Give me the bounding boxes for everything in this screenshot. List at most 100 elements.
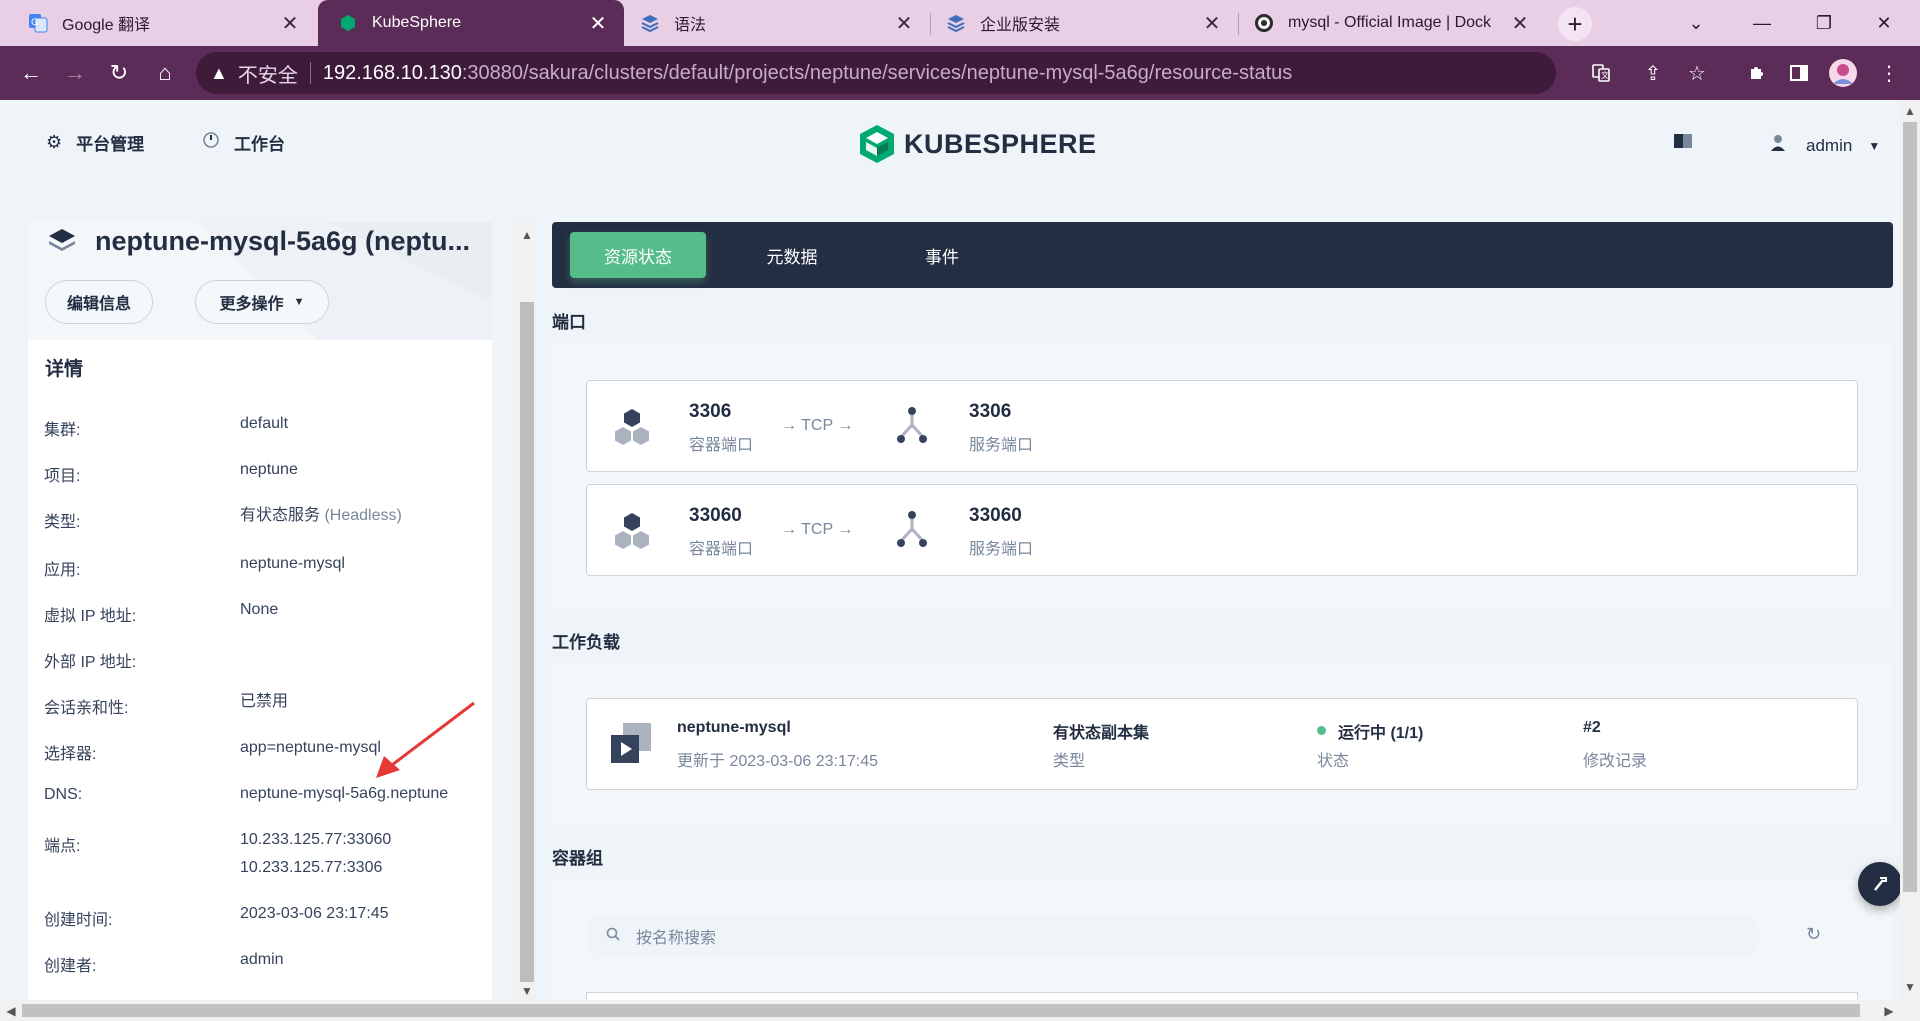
scroll-down-icon[interactable]: ▼ xyxy=(518,982,536,1000)
workload-name[interactable]: neptune-mysql xyxy=(677,719,791,737)
close-window-icon[interactable]: ✕ xyxy=(1864,8,1904,38)
container-port-icon xyxy=(615,513,649,549)
search-placeholder: 按名称搜索 xyxy=(636,930,717,947)
share-icon[interactable]: ⇪ xyxy=(1636,56,1670,90)
address-bar[interactable]: ▲ 不安全 192.168.10.130:30880/sakura/cluste… xyxy=(196,52,1556,94)
container-port-label: 容器端口 xyxy=(689,437,754,454)
warning-triangle-icon[interactable]: ▲ xyxy=(210,63,228,84)
scroll-right-icon[interactable]: ▶ xyxy=(1880,1002,1898,1020)
translate-page-icon[interactable]: 文 xyxy=(1584,56,1618,90)
close-tab-icon[interactable]: ✕ xyxy=(892,11,916,35)
close-tab-icon[interactable]: ✕ xyxy=(586,11,610,35)
ports-heading: 端口 xyxy=(552,313,586,332)
scrollbar-thumb[interactable] xyxy=(1903,122,1917,892)
page-vertical-scrollbar[interactable]: ▲ ▼ xyxy=(1900,100,1920,1000)
ports-card: 3306 容器端口 → TCP → 3306 服务端口 33060 容器端口 →… xyxy=(552,344,1893,608)
tab-title: Google 翻译 xyxy=(62,17,151,34)
pods-heading: 容器组 xyxy=(552,849,603,868)
profile-avatar[interactable] xyxy=(1826,56,1860,90)
port-row: 3306 容器端口 → TCP → 3306 服务端口 xyxy=(586,380,1858,472)
endpoint-2: 10.233.125.77:3306 xyxy=(240,859,383,876)
extensions-icon[interactable] xyxy=(1740,56,1774,90)
kubesphere-logo[interactable]: KUBESPHERE xyxy=(858,124,1097,164)
tab-resource-status[interactable]: 资源状态 xyxy=(570,232,706,278)
browser-tab-mysql-docker[interactable]: mysql - Official Image | Dock ✕ xyxy=(1240,0,1546,46)
browser-tab-google-translate[interactable]: G Google 翻译 ✕ xyxy=(0,0,316,46)
side-panel-icon[interactable] xyxy=(1782,56,1816,90)
detail-value: 10.233.125.77:33060 10.233.125.77:3306 xyxy=(240,826,490,882)
service-port: 33060 xyxy=(969,505,1022,526)
workload-card: neptune-mysql 更新于 2023-03-06 23:17:45 有状… xyxy=(552,664,1893,824)
tab-search-chevron-icon[interactable]: ⌄ xyxy=(1676,8,1716,38)
container-port: 33060 xyxy=(689,505,742,526)
browser-menu-icon[interactable]: ⋮ xyxy=(1872,56,1906,90)
service-icon xyxy=(49,229,75,251)
service-port-label: 服务端口 xyxy=(969,437,1034,454)
minimize-icon[interactable]: — xyxy=(1742,8,1782,38)
workload-updated: 更新于 2023-03-06 23:17:45 xyxy=(677,753,879,770)
scroll-up-icon[interactable]: ▲ xyxy=(518,226,536,244)
close-tab-icon[interactable]: ✕ xyxy=(278,11,302,35)
user-icon xyxy=(1770,134,1786,157)
bookmark-star-icon[interactable]: ☆ xyxy=(1680,56,1714,90)
user-menu[interactable]: admin ▼ xyxy=(1770,134,1880,157)
workbench-link[interactable]: 工作台 xyxy=(202,130,285,155)
docker-icon xyxy=(1254,13,1274,33)
container-port-icon xyxy=(615,409,649,445)
detail-value-type: 有状态服务 (Headless) xyxy=(240,502,490,530)
browser-tab-bar: G Google 翻译 ✕ KubeSphere ✕ 语法 ✕ 企业版安装 ✕ … xyxy=(0,0,1920,46)
left-panel-scrollbar[interactable]: ▲ ▼ xyxy=(518,222,536,1000)
scroll-down-icon[interactable]: ▼ xyxy=(1901,978,1919,996)
app-header: ⚙ 平台管理 工作台 KUBESPHERE admin ▼ xyxy=(0,100,1900,188)
edit-info-button[interactable]: 编辑信息 xyxy=(45,280,153,324)
kubesphere-docs-icon xyxy=(946,13,966,33)
google-translate-icon: G xyxy=(28,13,48,33)
caret-down-icon: ▼ xyxy=(293,296,305,308)
page-horizontal-scrollbar[interactable]: ◀ ▶ xyxy=(0,1000,1920,1021)
browser-tab-grammar[interactable]: 语法 ✕ xyxy=(626,0,930,46)
kubesphere-icon xyxy=(338,13,358,33)
forward-icon[interactable]: → xyxy=(58,56,92,90)
detail-tabs: 资源状态 元数据 事件 xyxy=(552,222,1893,288)
new-tab-button[interactable]: + xyxy=(1558,7,1592,41)
platform-label: 平台管理 xyxy=(76,135,145,154)
close-tab-icon[interactable]: ✕ xyxy=(1508,11,1532,35)
more-actions-button[interactable]: 更多操作 ▼ xyxy=(195,280,329,324)
pod-search-input[interactable]: 按名称搜索 xyxy=(586,914,1760,958)
scroll-up-icon[interactable]: ▲ xyxy=(1901,102,1919,120)
back-icon[interactable]: ← xyxy=(14,56,48,90)
scrollbar-thumb[interactable] xyxy=(22,1004,1860,1017)
platform-management-link[interactable]: ⚙ 平台管理 xyxy=(46,130,144,155)
search-icon xyxy=(606,927,620,946)
browser-tab-kubesphere[interactable]: KubeSphere ✕ xyxy=(318,0,624,46)
workload-revision-label: 修改记录 xyxy=(1583,753,1648,770)
scrollbar-thumb[interactable] xyxy=(520,302,534,982)
detail-key: 虚拟 IP 地址: xyxy=(44,608,137,625)
tab-title: KubeSphere xyxy=(372,14,461,31)
workload-revision: #2 xyxy=(1583,719,1601,736)
documentation-icon[interactable] xyxy=(1674,134,1692,148)
workload-status: 运行中 (1/1) xyxy=(1317,719,1423,743)
close-tab-icon[interactable]: ✕ xyxy=(1200,11,1224,35)
tab-events[interactable]: 事件 xyxy=(874,232,1010,278)
refresh-icon[interactable]: ↻ xyxy=(1806,924,1821,945)
toolbox-hammer-icon[interactable] xyxy=(1858,862,1902,906)
detail-key: 会话亲和性: xyxy=(44,700,129,717)
tab-metadata[interactable]: 元数据 xyxy=(724,232,860,278)
svg-text:文: 文 xyxy=(1601,70,1609,80)
service-port-icon xyxy=(897,407,927,443)
workload-status-label: 状态 xyxy=(1317,753,1350,770)
annotation-arrow-icon xyxy=(376,701,475,778)
port-row: 33060 容器端口 → TCP → 33060 服务端口 xyxy=(586,484,1858,576)
workload-heading: 工作负载 xyxy=(552,633,620,652)
scroll-left-icon[interactable]: ◀ xyxy=(2,1002,20,1020)
workbench-label: 工作台 xyxy=(234,135,285,154)
workload-row[interactable]: neptune-mysql 更新于 2023-03-06 23:17:45 有状… xyxy=(586,698,1858,790)
caret-down-icon: ▼ xyxy=(1868,138,1881,153)
protocol: → TCP → xyxy=(781,417,854,434)
home-icon[interactable]: ⌂ xyxy=(148,56,182,90)
detail-key: 应用: xyxy=(44,562,81,579)
restore-icon[interactable]: ❐ xyxy=(1804,8,1844,38)
browser-tab-enterprise-install[interactable]: 企业版安装 ✕ xyxy=(932,0,1238,46)
reload-icon[interactable]: ↻ xyxy=(102,56,136,90)
